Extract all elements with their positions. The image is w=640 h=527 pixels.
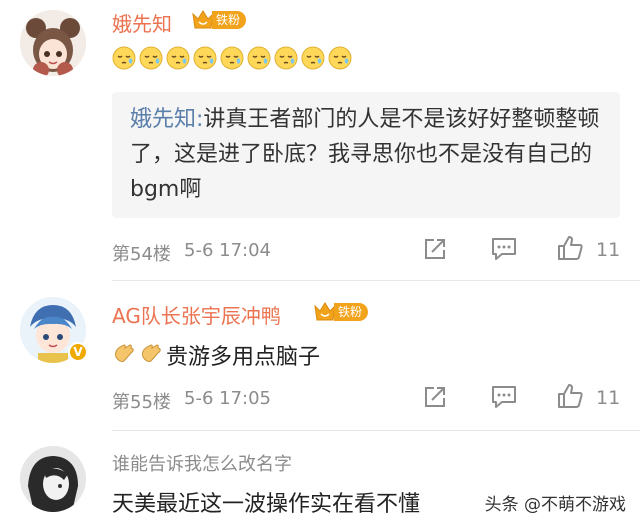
like-count: 11 bbox=[596, 239, 621, 261]
timestamp: 5-6 17:05 bbox=[184, 388, 271, 409]
timestamp: 5-6 17:04 bbox=[184, 240, 271, 261]
avatar[interactable] bbox=[20, 446, 86, 512]
share-button[interactable] bbox=[422, 236, 448, 262]
like-button[interactable] bbox=[556, 234, 584, 262]
share-button[interactable] bbox=[422, 384, 448, 410]
floor-label: 第54楼 bbox=[112, 244, 171, 265]
sleepy-face-icon bbox=[301, 46, 325, 70]
username[interactable]: AG队长张宇辰冲鸭 bbox=[112, 300, 281, 329]
sleepy-face-icon bbox=[328, 46, 352, 70]
sleepy-face-icon bbox=[166, 46, 190, 70]
clap-hands-icon bbox=[142, 344, 161, 362]
avatar[interactable] bbox=[20, 10, 86, 76]
sleepy-face-icon bbox=[112, 46, 136, 70]
divider bbox=[112, 280, 640, 281]
like-count: 11 bbox=[596, 387, 621, 409]
comment-text: 天美最近这一波操作实在看不懂 bbox=[112, 492, 421, 517]
emoji-row bbox=[112, 46, 352, 70]
clap-hands-icon bbox=[115, 344, 134, 362]
fan-badge: 铁粉 bbox=[190, 8, 247, 32]
sleepy-face-icon bbox=[274, 46, 298, 70]
fan-badge-label: 铁粉 bbox=[334, 303, 369, 321]
quoted-comment[interactable]: 娥先知:讲真王者部门的人是不是该好好整顿整顿了，这是进了卧底？我寻思你也不是没有… bbox=[112, 92, 620, 218]
avatar-image-icon bbox=[20, 10, 86, 76]
fan-badge: 铁粉 bbox=[312, 300, 369, 324]
comment-icon bbox=[492, 386, 516, 408]
quote-username[interactable]: 娥先知: bbox=[130, 107, 203, 132]
username[interactable]: 谁能告诉我怎么改名字 bbox=[112, 450, 292, 476]
comment-text: 贵游多用点脑子 bbox=[166, 345, 321, 370]
reply-button[interactable] bbox=[490, 236, 518, 262]
divider bbox=[112, 430, 640, 431]
like-button[interactable] bbox=[556, 382, 584, 410]
fan-badge-label: 铁粉 bbox=[212, 11, 247, 29]
sleepy-face-icon bbox=[247, 46, 271, 70]
share-icon bbox=[425, 239, 445, 259]
reply-button[interactable] bbox=[490, 384, 518, 410]
sleepy-face-icon bbox=[193, 46, 217, 70]
emoji-row bbox=[112, 341, 163, 365]
avatar-image-icon bbox=[20, 446, 86, 512]
share-icon bbox=[425, 387, 445, 407]
username[interactable]: 娥先知 bbox=[112, 8, 172, 37]
comment-icon bbox=[492, 238, 516, 260]
sleepy-face-icon bbox=[220, 46, 244, 70]
watermark: 头条 @不萌不游戏 bbox=[480, 488, 630, 517]
thumbs-up-icon bbox=[558, 384, 583, 408]
verified-badge: V bbox=[68, 342, 88, 362]
thumbs-up-icon bbox=[558, 236, 583, 260]
sleepy-face-icon bbox=[139, 46, 163, 70]
floor-label: 第55楼 bbox=[112, 392, 171, 413]
